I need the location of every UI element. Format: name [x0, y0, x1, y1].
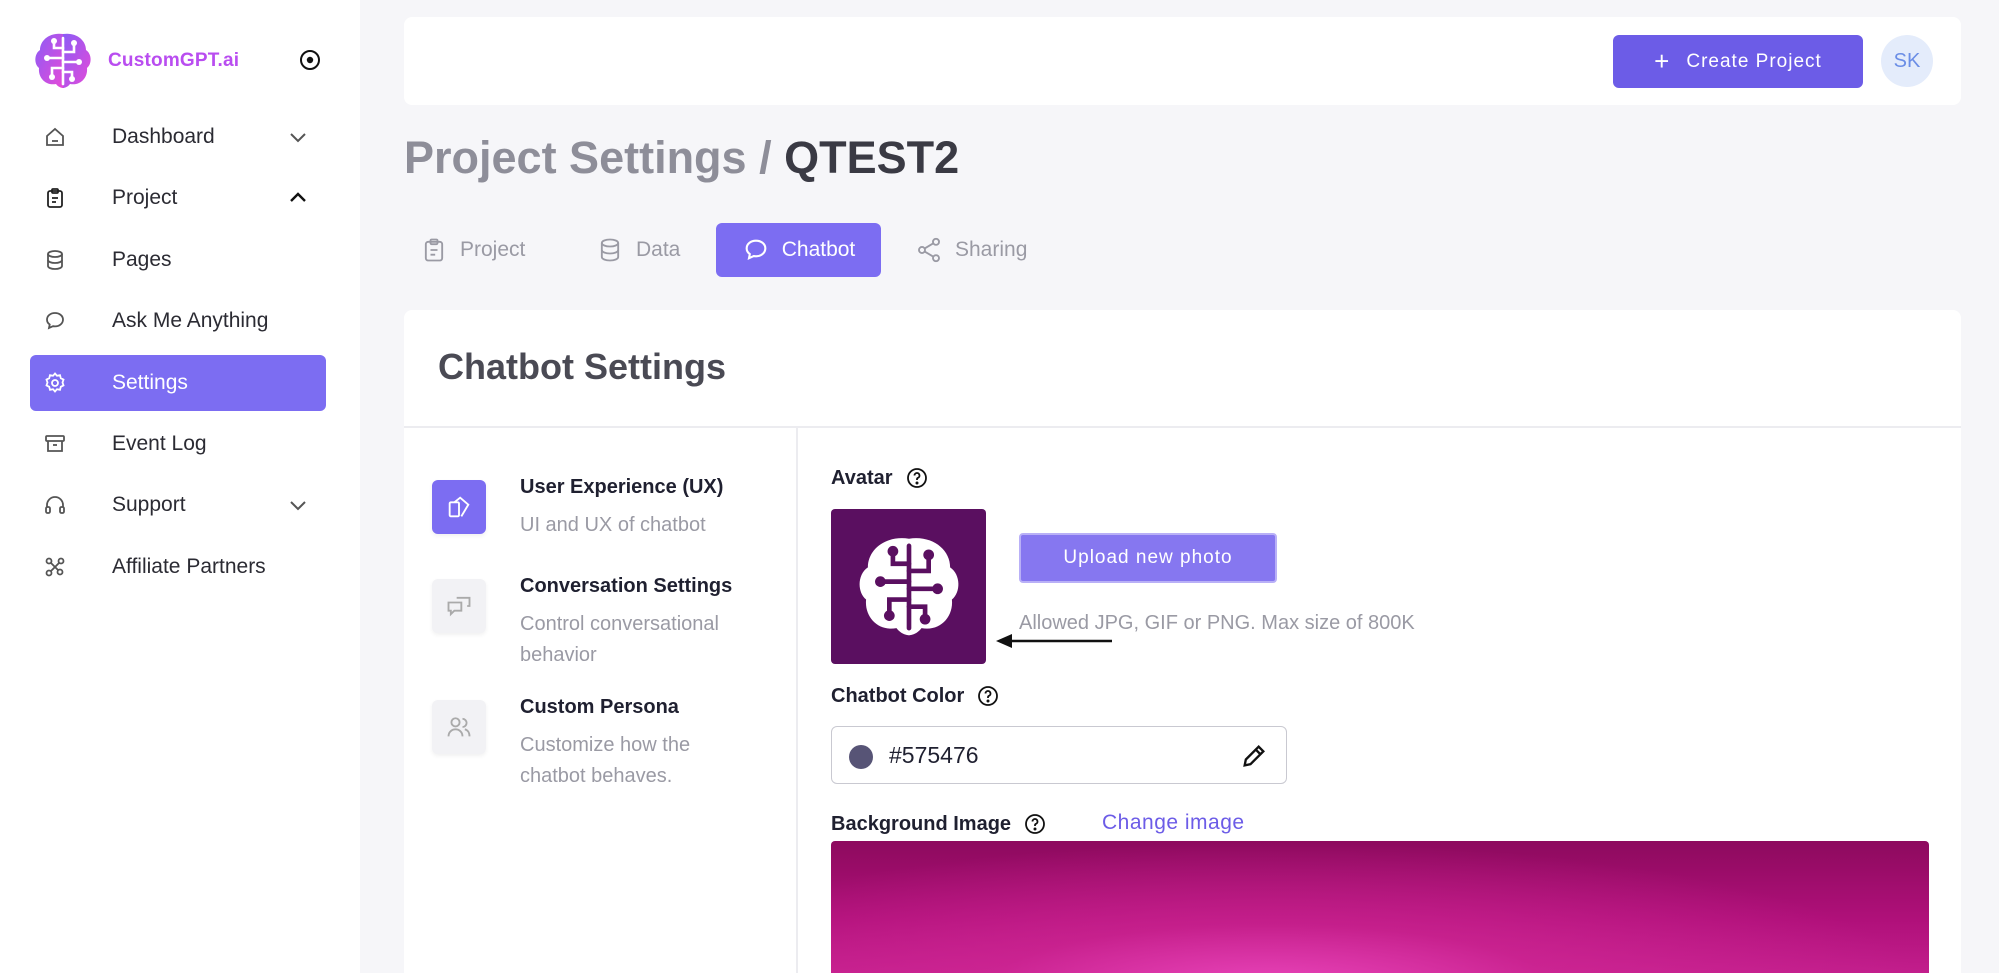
brand[interactable]: CustomGPT.ai — [30, 28, 239, 94]
headset-icon — [45, 496, 65, 514]
home-icon — [46, 127, 64, 146]
sidebar-item-support[interactable]: Support — [30, 477, 326, 533]
section-description: UI and UX of chatbot — [520, 514, 706, 536]
background-image-label: Background Image — [831, 812, 1047, 836]
section-description: Control conversational behavior — [520, 613, 719, 666]
sidebar-item-label: Pages — [112, 248, 172, 271]
chevron-down-icon[interactable] — [286, 493, 310, 517]
sidebar-item-label: Affiliate Partners — [112, 555, 266, 578]
chatbot-avatar-image — [831, 509, 986, 664]
tab-label: Project — [460, 238, 526, 261]
chevron-down-icon[interactable] — [286, 125, 310, 149]
sidebar-item-label: Ask Me Anything — [112, 309, 269, 332]
section-title: User Experience (UX) — [520, 476, 724, 498]
breadcrumb[interactable]: Project Settings / — [404, 132, 772, 183]
background-image-preview — [831, 841, 1929, 973]
help-icon[interactable] — [976, 684, 1000, 708]
color-swatch[interactable] — [849, 745, 873, 769]
tab-sharing[interactable]: Sharing — [915, 223, 1045, 277]
top-bar: + Create Project SK — [404, 17, 1961, 105]
brain-avatar-icon — [859, 537, 958, 635]
clipboard-icon — [47, 188, 63, 208]
help-icon[interactable] — [1023, 812, 1047, 836]
sidebar-item-label: Dashboard — [112, 125, 215, 148]
project-name: QTEST2 — [784, 132, 960, 183]
pencil-icon[interactable] — [1240, 742, 1268, 770]
page-title: Project Settings / QTEST2 — [404, 132, 959, 184]
divider — [404, 426, 1961, 428]
chatbot-color-label-text: Chatbot Color — [831, 684, 965, 707]
chatbot-color-input[interactable]: #575476 — [831, 726, 1287, 784]
tab-project[interactable]: Project — [420, 223, 550, 277]
sidebar-item-affiliate-partners[interactable]: Affiliate Partners — [30, 539, 326, 595]
sidebar-item-label: Project — [112, 186, 178, 209]
upload-photo-button[interactable]: Upload new photo — [1019, 533, 1277, 583]
gear-icon — [45, 372, 65, 393]
tab-label: Chatbot — [781, 238, 856, 261]
avatar-label-text: Avatar — [831, 466, 893, 489]
sidebar-item-project[interactable]: Project — [30, 170, 326, 226]
user-avatar[interactable]: SK — [1881, 35, 1933, 87]
color-value: #575476 — [889, 742, 979, 768]
ux-icon — [432, 480, 486, 534]
tab-label: Sharing — [955, 238, 1028, 261]
chat-icon — [745, 239, 767, 260]
create-project-button[interactable]: + Create Project — [1613, 35, 1863, 88]
plus-icon: + — [1654, 46, 1671, 76]
sidebar-item-label: Settings — [112, 371, 188, 394]
section-title: Conversation Settings — [520, 575, 733, 597]
sidebar-item-ask-me-anything[interactable]: Ask Me Anything — [30, 293, 326, 349]
clipboard-icon — [424, 238, 444, 262]
avatar-label: Avatar — [831, 466, 929, 490]
sidebar-item-pages[interactable]: Pages — [30, 232, 326, 288]
affiliate-icon — [45, 557, 65, 577]
share-icon — [918, 237, 940, 263]
chat-icon — [46, 312, 64, 330]
card-title: Chatbot Settings — [438, 346, 726, 387]
sidebar-item-settings[interactable]: Settings — [30, 355, 326, 411]
section-title: Custom Persona — [520, 696, 679, 718]
collapse-sidebar-icon[interactable] — [298, 48, 322, 72]
chatbot-color-label: Chatbot Color — [831, 684, 1000, 708]
change-image-link[interactable]: Change image — [1102, 811, 1245, 835]
chatbot-settings-card: Chatbot Settings User Experience (UX) UI… — [404, 310, 1961, 973]
sidebar: CustomGPT.ai Dashboard Project Pages Ask… — [0, 0, 360, 973]
database-icon — [47, 250, 63, 270]
divider — [796, 428, 798, 973]
sidebar-item-dashboard[interactable]: Dashboard — [30, 109, 326, 165]
users-icon — [432, 700, 486, 754]
sidebar-item-event-log[interactable]: Event Log — [30, 416, 326, 472]
conversation-icon — [432, 579, 486, 633]
create-project-label: Create Project — [1686, 50, 1822, 72]
help-icon[interactable] — [905, 466, 929, 490]
section-description: Customize how the chatbot behaves. — [520, 734, 691, 787]
brand-name: CustomGPT.ai — [108, 50, 240, 71]
archive-icon — [45, 435, 65, 452]
database-icon — [600, 238, 620, 262]
sidebar-item-label: Event Log — [112, 432, 207, 455]
background-image-label-text: Background Image — [831, 812, 1012, 835]
chevron-up-icon[interactable] — [286, 186, 310, 210]
tab-chatbot[interactable]: Chatbot — [716, 223, 881, 277]
brain-logo-icon — [35, 33, 91, 88]
tab-label: Data — [636, 238, 681, 261]
arrow-annotation-icon — [996, 634, 1112, 648]
tab-data[interactable]: Data — [596, 223, 706, 277]
sidebar-item-label: Support — [112, 493, 186, 516]
